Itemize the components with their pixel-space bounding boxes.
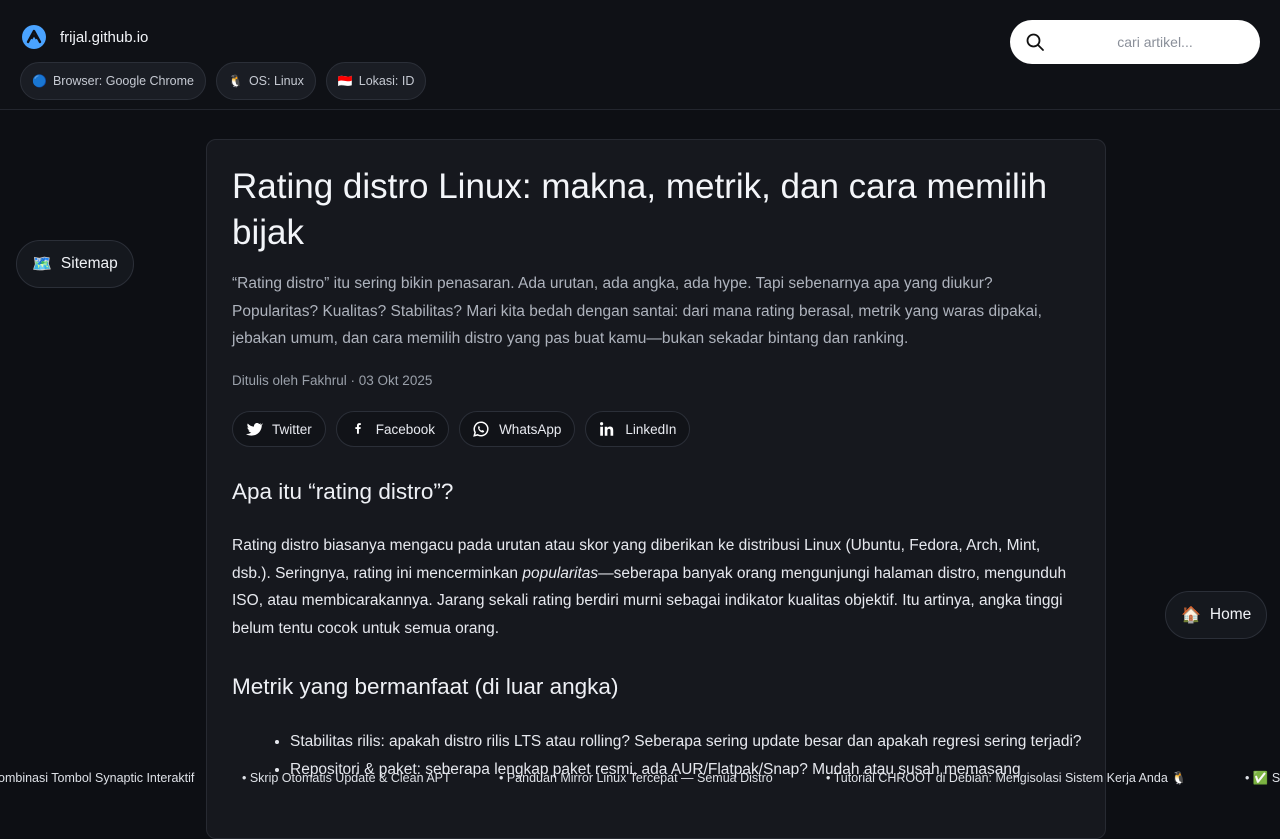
brand-link[interactable]: frijal.github.io — [22, 25, 148, 49]
share-buttons: Twitter Facebook WhatsApp LinkedIn — [232, 411, 691, 447]
twitter-icon — [245, 423, 263, 436]
article-meta: Ditulis oleh Fakhrul · 03 Okt 2025 — [232, 373, 433, 388]
os-chip: 🐧 OS: Linux — [215, 62, 316, 100]
os-chip-label: OS: Linux — [248, 74, 304, 88]
article-ticker: ombinasi Tombol Synaptic Interaktif • Sk… — [0, 768, 1280, 788]
site-name: frijal.github.io — [60, 28, 149, 46]
penguin-icon: 🐧 — [227, 74, 243, 88]
home-button[interactable]: 🏠 Home — [1165, 591, 1268, 639]
house-icon: 🏠 — [1181, 607, 1201, 624]
share-linkedin-label: LinkedIn — [625, 421, 677, 437]
share-linkedin-button[interactable]: LinkedIn — [585, 411, 691, 447]
ticker-item[interactable]: • ✅ S — [1245, 771, 1280, 786]
browser-dot-icon: 🔵 — [32, 74, 47, 88]
section-heading-what-is: Apa itu “rating distro”? — [232, 479, 454, 504]
share-twitter-label: Twitter — [272, 421, 312, 437]
whatsapp-icon — [473, 421, 489, 437]
flag-icon: 🇮🇩 — [337, 74, 353, 88]
environment-chips: 🔵 Browser: Google Chrome 🐧 OS: Linux 🇮🇩 … — [20, 62, 427, 100]
map-icon: 🗺️ — [32, 256, 52, 273]
share-facebook-button[interactable]: Facebook — [335, 411, 450, 447]
sitemap-label: Sitemap — [60, 255, 118, 272]
article-title: Rating distro Linux: makna, metrik, dan … — [232, 167, 1048, 252]
article-card: Rating distro Linux: makna, metrik, dan … — [206, 139, 1106, 839]
section-paragraph: Rating distro biasanya mengacu pada urut… — [232, 532, 1082, 642]
article-lead: “Rating distro” itu sering bikin penasar… — [232, 275, 1042, 347]
site-header: frijal.github.io 🔵 Browser: Google Chrom… — [0, 0, 1280, 110]
share-twitter-button[interactable]: Twitter — [232, 411, 326, 447]
site-logo-icon — [22, 25, 46, 49]
ticker-item[interactable]: • Skrip Otomatis Update & Clean APT — [242, 771, 451, 785]
list-item: Stabilitas rilis: apakah distro rilis LT… — [290, 728, 1140, 756]
paragraph-emphasis: popularitas — [522, 564, 599, 582]
browser-chip: 🔵 Browser: Google Chrome — [20, 62, 206, 100]
share-whatsapp-button[interactable]: WhatsApp — [459, 411, 576, 447]
sitemap-button[interactable]: 🗺️ Sitemap — [16, 240, 134, 288]
location-chip-label: Lokasi: ID — [358, 74, 415, 88]
search-box — [1010, 20, 1260, 64]
share-whatsapp-label: WhatsApp — [499, 421, 562, 437]
section-heading-metrics: Metrik yang bermanfaat (di luar angka) — [232, 674, 619, 699]
ticker-item[interactable]: ombinasi Tombol Synaptic Interaktif — [0, 771, 194, 785]
ticker-item[interactable]: • Tutorial CHROOT di Debian: Mengisolasi… — [826, 771, 1187, 786]
home-label: Home — [1209, 606, 1252, 623]
facebook-icon — [355, 423, 361, 434]
browser-chip-label: Browser: Google Chrome — [52, 74, 194, 88]
ticker-item[interactable]: • Panduan Mirror Linux Tercepat — Semua … — [499, 771, 773, 785]
location-chip: 🇮🇩 Lokasi: ID — [325, 62, 427, 100]
search-input[interactable] — [1060, 20, 1250, 64]
search-icon[interactable] — [1025, 32, 1045, 52]
linkedin-icon — [600, 422, 614, 436]
share-facebook-label: Facebook — [375, 421, 436, 437]
